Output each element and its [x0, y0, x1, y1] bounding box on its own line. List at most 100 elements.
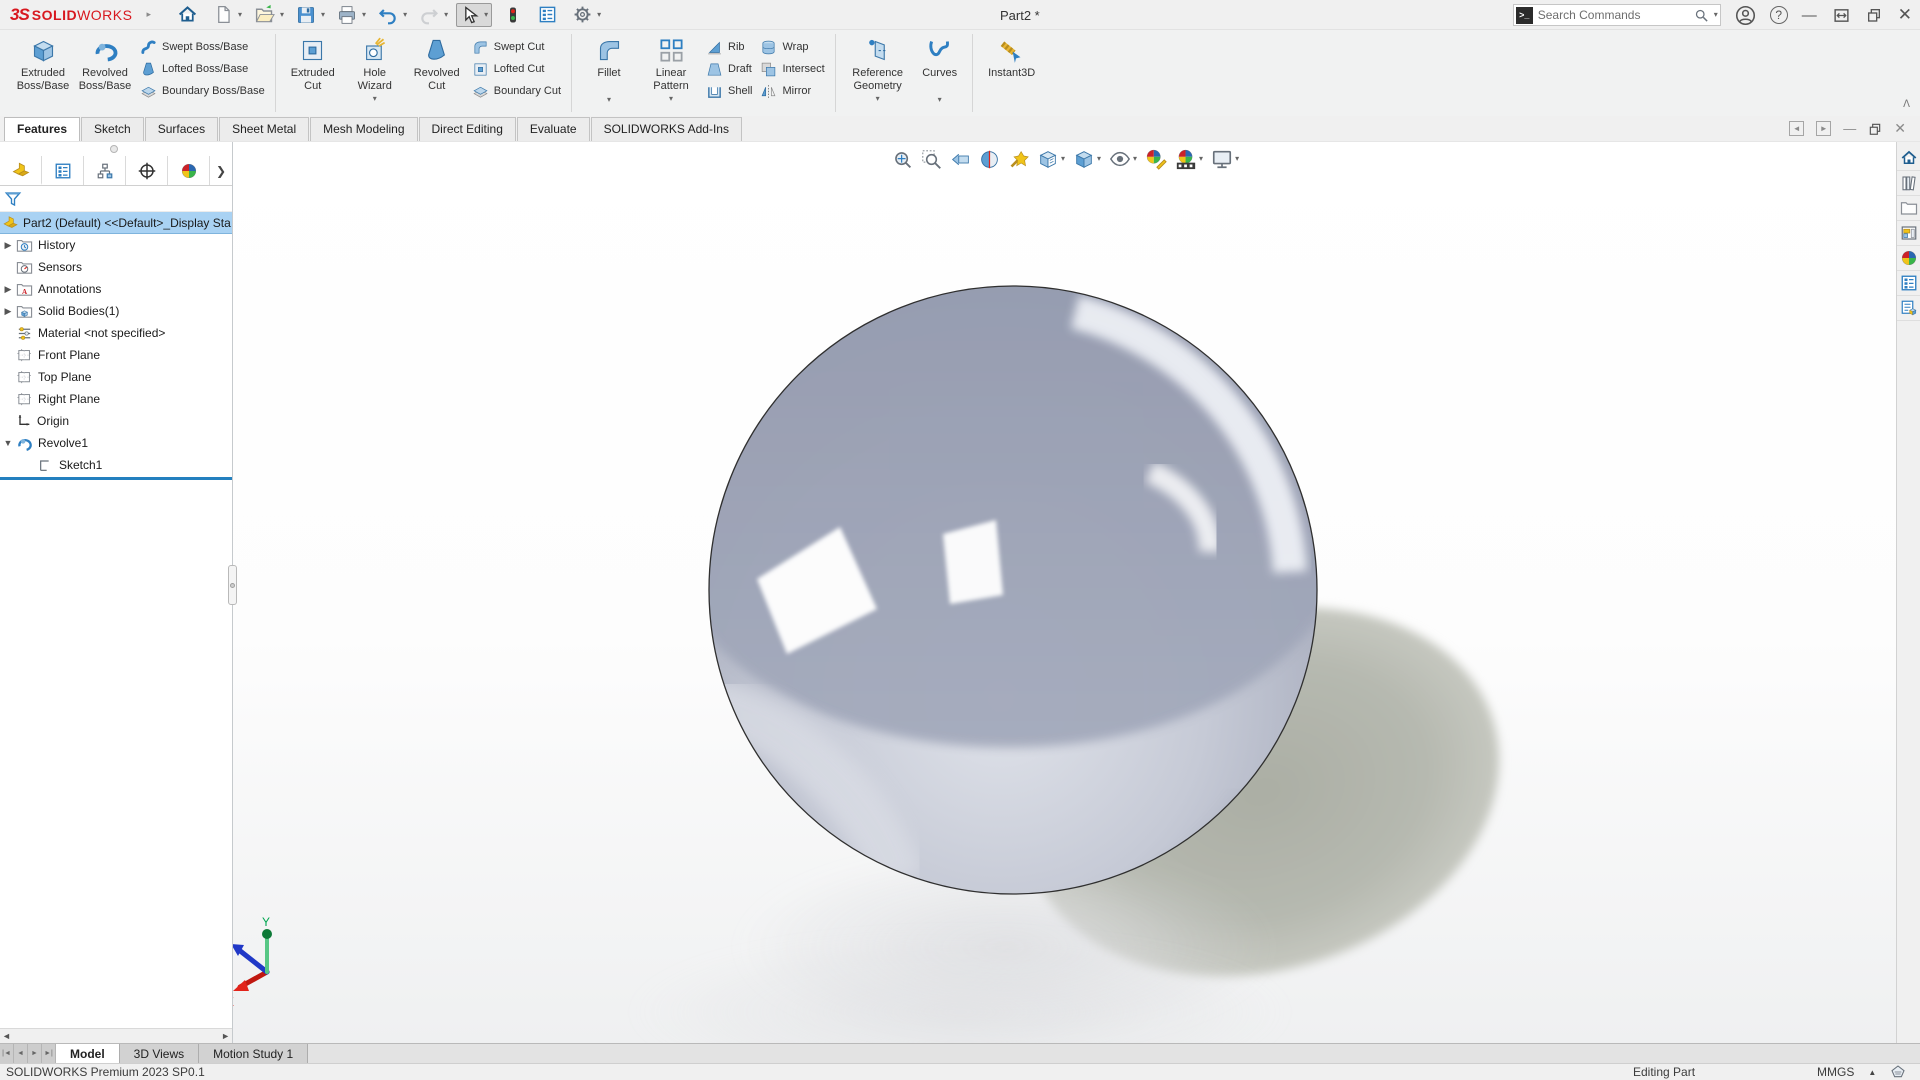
units-value[interactable]: MMGS — [1817, 1065, 1854, 1079]
display-style-button[interactable]: ▾ — [1071, 146, 1103, 172]
tab-sketch[interactable]: Sketch — [81, 117, 144, 141]
instant3d-button[interactable]: Instant3D — [979, 34, 1045, 80]
edit-appearance-button[interactable] — [1143, 146, 1169, 172]
search-commands-box[interactable]: >_ ▾ — [1513, 4, 1721, 26]
tab-surfaces[interactable]: Surfaces — [145, 117, 218, 141]
draft-button[interactable]: Draft — [706, 60, 752, 78]
scroll-right-icon[interactable]: ► — [221, 1031, 230, 1041]
solidworks-resources-button[interactable] — [1897, 296, 1920, 321]
open-button[interactable] — [250, 3, 279, 27]
section-view-button[interactable] — [977, 147, 1002, 172]
rib-button[interactable]: Rib — [706, 38, 752, 56]
viewport[interactable]: X Z Y ▾ ▾ ▾ ▾ ▾ — [0, 142, 1920, 1043]
tab-mesh-modeling[interactable]: Mesh Modeling — [310, 117, 417, 141]
print-caret[interactable]: ▾ — [362, 11, 366, 19]
expand-arrow-icon[interactable]: ▶ — [0, 306, 16, 317]
last-tab-icon[interactable]: ►| — [42, 1044, 56, 1063]
home-button[interactable] — [173, 3, 202, 27]
file-properties-button[interactable] — [534, 3, 561, 27]
linear-pattern-caret[interactable]: ▾ — [669, 95, 673, 103]
boundary-cut-button[interactable]: Boundary Cut — [472, 82, 561, 100]
apply-scene-caret[interactable]: ▾ — [1199, 155, 1203, 163]
units-caret-icon[interactable]: ▲ — [1868, 1068, 1876, 1077]
dynamic-annotation-views-button[interactable] — [1006, 147, 1031, 172]
intersect-button[interactable]: Intersect — [760, 60, 824, 78]
tab-features[interactable]: Features — [4, 117, 80, 141]
tree-root-part2[interactable]: Part2 (Default) <<Default>_Display Sta — [0, 212, 232, 234]
tree-item-origin[interactable]: Origin — [0, 410, 232, 432]
new-document-caret[interactable]: ▾ — [238, 11, 242, 19]
configurationmanager-tab[interactable] — [84, 156, 126, 185]
tree-item-revolve1[interactable]: ▼Revolve1 — [0, 432, 232, 454]
save-caret[interactable]: ▾ — [321, 11, 325, 19]
next-tab-icon[interactable]: ► — [28, 1044, 42, 1063]
scroll-left-icon[interactable]: ◄ — [2, 1031, 11, 1041]
ribbon-collapse-chevron[interactable]: ᐱ — [1903, 99, 1910, 110]
previous-window-icon[interactable]: ◄ — [1789, 121, 1804, 136]
task-pane-home-button[interactable] — [1897, 146, 1920, 171]
sphere-model-render[interactable]: X Z Y — [0, 142, 1920, 1043]
search-caret[interactable]: ▾ — [1714, 11, 1718, 19]
search-icon[interactable] — [1694, 8, 1709, 23]
panel-tabs-expand-chevron[interactable]: ❯ — [210, 156, 232, 185]
panel-splitter-grip[interactable] — [228, 565, 237, 605]
mirror-button[interactable]: Mirror — [760, 82, 824, 100]
window-restore-button[interactable] — [1866, 7, 1882, 23]
propertymanager-tab[interactable] — [42, 156, 84, 185]
status-tag-icon[interactable] — [1890, 1064, 1906, 1080]
panel-drag-handle[interactable] — [110, 145, 118, 153]
help-icon[interactable]: ? — [1770, 6, 1788, 24]
shell-button[interactable]: Shell — [706, 82, 752, 100]
extruded-cut-button[interactable]: ExtrudedCut — [282, 34, 344, 92]
dimxpertmanager-tab[interactable] — [126, 156, 168, 185]
view-palette-button[interactable] — [1897, 221, 1920, 246]
curves-button[interactable]: Curves ▾ — [914, 34, 966, 104]
tab-direct-editing[interactable]: Direct Editing — [419, 117, 516, 141]
tree-item-solid-bodies[interactable]: ▶Solid Bodies(1) — [0, 300, 232, 322]
hole-wizard-button[interactable]: HoleWizard ▾ — [344, 34, 406, 103]
search-commands-input[interactable] — [1538, 8, 1689, 22]
apply-scene-button[interactable]: ▾ — [1173, 146, 1205, 172]
tree-item-material[interactable]: Material <not specified> — [0, 322, 232, 344]
lofted-cut-button[interactable]: Lofted Cut — [472, 60, 561, 78]
tree-item-sensors[interactable]: Sensors — [0, 256, 232, 278]
view-orientation-button[interactable]: ▾ — [1035, 146, 1067, 172]
featuremanager-tree-tab[interactable] — [0, 156, 42, 185]
wrap-button[interactable]: Wrap — [760, 38, 824, 56]
print-button[interactable] — [333, 3, 361, 27]
view-settings-caret[interactable]: ▾ — [1235, 155, 1239, 163]
tree-item-sketch1[interactable]: Sketch1 — [0, 454, 232, 476]
swept-cut-button[interactable]: Swept Cut — [472, 38, 561, 56]
tree-item-top-plane[interactable]: Top Plane — [0, 366, 232, 388]
panel-horizontal-scrollbar[interactable]: ◄ ► — [0, 1028, 232, 1043]
custom-properties-button[interactable] — [1897, 271, 1920, 296]
tab-model[interactable]: Model — [56, 1044, 120, 1063]
next-window-icon[interactable]: ► — [1816, 121, 1831, 136]
tab-sheet-metal[interactable]: Sheet Metal — [219, 117, 309, 141]
window-close-button[interactable]: ✕ — [1898, 5, 1912, 25]
tree-item-front-plane[interactable]: Front Plane — [0, 344, 232, 366]
expand-arrow-icon[interactable]: ▶ — [0, 284, 16, 295]
zoom-to-fit-button[interactable] — [890, 147, 915, 172]
reference-geometry-button[interactable]: ReferenceGeometry ▾ — [842, 34, 914, 103]
first-tab-icon[interactable]: |◄ — [0, 1044, 14, 1063]
rebuild-button[interactable] — [500, 3, 526, 27]
design-library-button[interactable] — [1897, 171, 1920, 196]
hide-show-items-caret[interactable]: ▾ — [1133, 155, 1137, 163]
select-tool-button[interactable]: ▾ — [456, 3, 492, 27]
select-tool-caret[interactable]: ▾ — [484, 11, 488, 19]
lofted-boss-base-button[interactable]: Lofted Boss/Base — [140, 60, 265, 78]
undo-caret[interactable]: ▾ — [403, 11, 407, 19]
open-caret[interactable]: ▾ — [280, 11, 284, 19]
collapse-arrow-icon[interactable]: ▼ — [0, 438, 16, 448]
child-minimize-icon[interactable]: — — [1843, 121, 1856, 136]
redo-button[interactable] — [415, 3, 443, 27]
revolved-cut-button[interactable]: RevolvedCut — [406, 34, 468, 92]
window-minimize-button[interactable]: — — [1802, 7, 1817, 24]
appearances-scenes-button[interactable] — [1897, 246, 1920, 271]
view-orientation-caret[interactable]: ▾ — [1061, 155, 1065, 163]
fillet-caret[interactable]: ▾ — [607, 96, 611, 104]
displaymanager-tab[interactable] — [168, 156, 210, 185]
swept-boss-base-button[interactable]: Swept Boss/Base — [140, 38, 265, 56]
previous-tab-icon[interactable]: ◄ — [14, 1044, 28, 1063]
